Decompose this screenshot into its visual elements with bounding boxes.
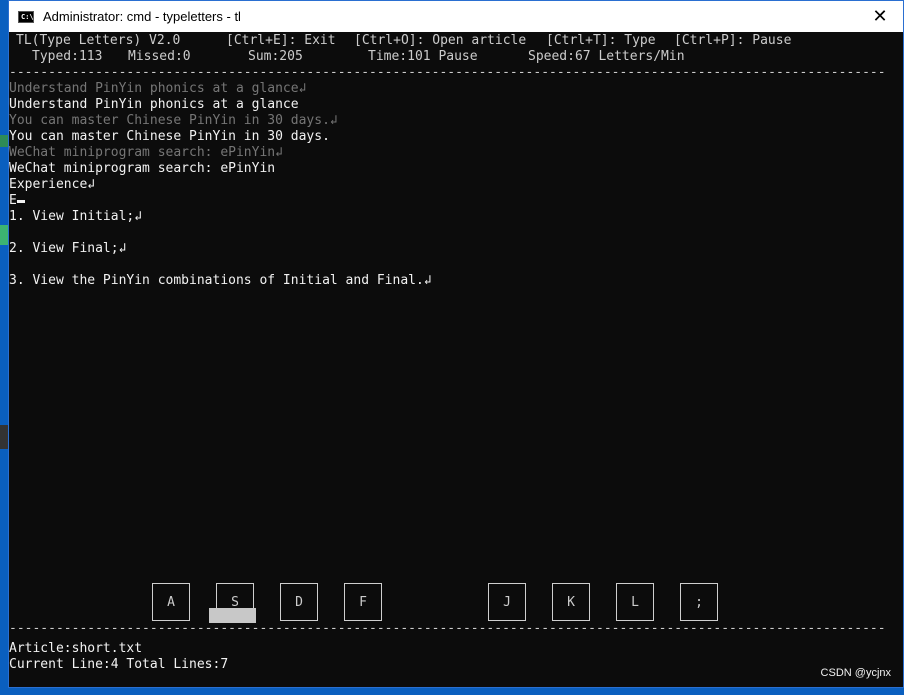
sum-count: Sum:205 [248,49,303,64]
key-f: F [344,583,382,621]
pause-hint: [Ctrl+P]: Pause [674,33,792,48]
article-line-2-source: You can master Chinese PinYin in 30 days… [9,129,330,144]
typed-input: E [9,193,17,208]
type-hint: [Ctrl+T]: Type [546,33,656,48]
article-line-4-source: Experience↲ [9,177,96,192]
cmd-window: C:\ Administrator: cmd - typeletters - t… [8,0,904,688]
app-name: TL(Type Letters) V2.0 [16,33,181,48]
key-a: A [152,583,190,621]
key-j: J [488,583,526,621]
article-line-3-typed: WeChat miniprogram search: ePinYin↲ [9,145,283,160]
desktop-icon-fragment [0,425,8,449]
missed-count: Missed:0 [128,49,191,64]
desktop-icon-fragment [0,225,8,245]
article-line-3-source: WeChat miniprogram search: ePinYin [9,161,276,176]
text-cursor [16,200,25,203]
key-l: L [616,583,654,621]
article-line-1-typed: Understand PinYin phonics at a glance↲ [9,81,307,96]
current-input-line[interactable]: E [9,193,25,209]
window-title: Administrator: cmd - typeletters - tl [43,9,241,24]
header-separator: ----------------------------------------… [9,65,886,80]
footer-separator: ----------------------------------------… [9,621,886,636]
open-hint: [Ctrl+O]: Open article [354,33,527,48]
speed-readout: Speed:67 Letters/Min [528,49,685,64]
cmd-icon: C:\ [18,10,34,23]
key-d: D [280,583,318,621]
time-status: Time:101 Pause [368,49,478,64]
desktop-strip [0,0,8,695]
title-bar[interactable]: C:\ Administrator: cmd - typeletters - t… [9,1,903,32]
key-k: K [552,583,590,621]
desktop-icon-fragment [0,135,8,147]
typed-count: Typed:113 [32,49,103,64]
article-line-6: 2. View Final;↲ [9,241,127,256]
article-line-5: 1. View Initial;↲ [9,209,143,224]
key-s-highlight [209,608,256,623]
article-line-7: 3. View the PinYin combinations of Initi… [9,273,432,288]
exit-hint: [Ctrl+E]: Exit [226,33,336,48]
line-progress: Current Line:4 Total Lines:7 [9,657,229,672]
article-line-2-typed: You can master Chinese PinYin in 30 days… [9,113,338,128]
article-line-1-source: Understand PinYin phonics at a glance [9,97,299,112]
console-area[interactable]: TL(Type Letters) V2.0 [Ctrl+E]: Exit [Ct… [9,32,903,687]
watermark: CSDN @ycjnx [820,667,891,679]
key-semicolon: ; [680,583,718,621]
close-button[interactable]: ✕ [857,1,903,32]
article-name: Article:short.txt [9,641,143,656]
